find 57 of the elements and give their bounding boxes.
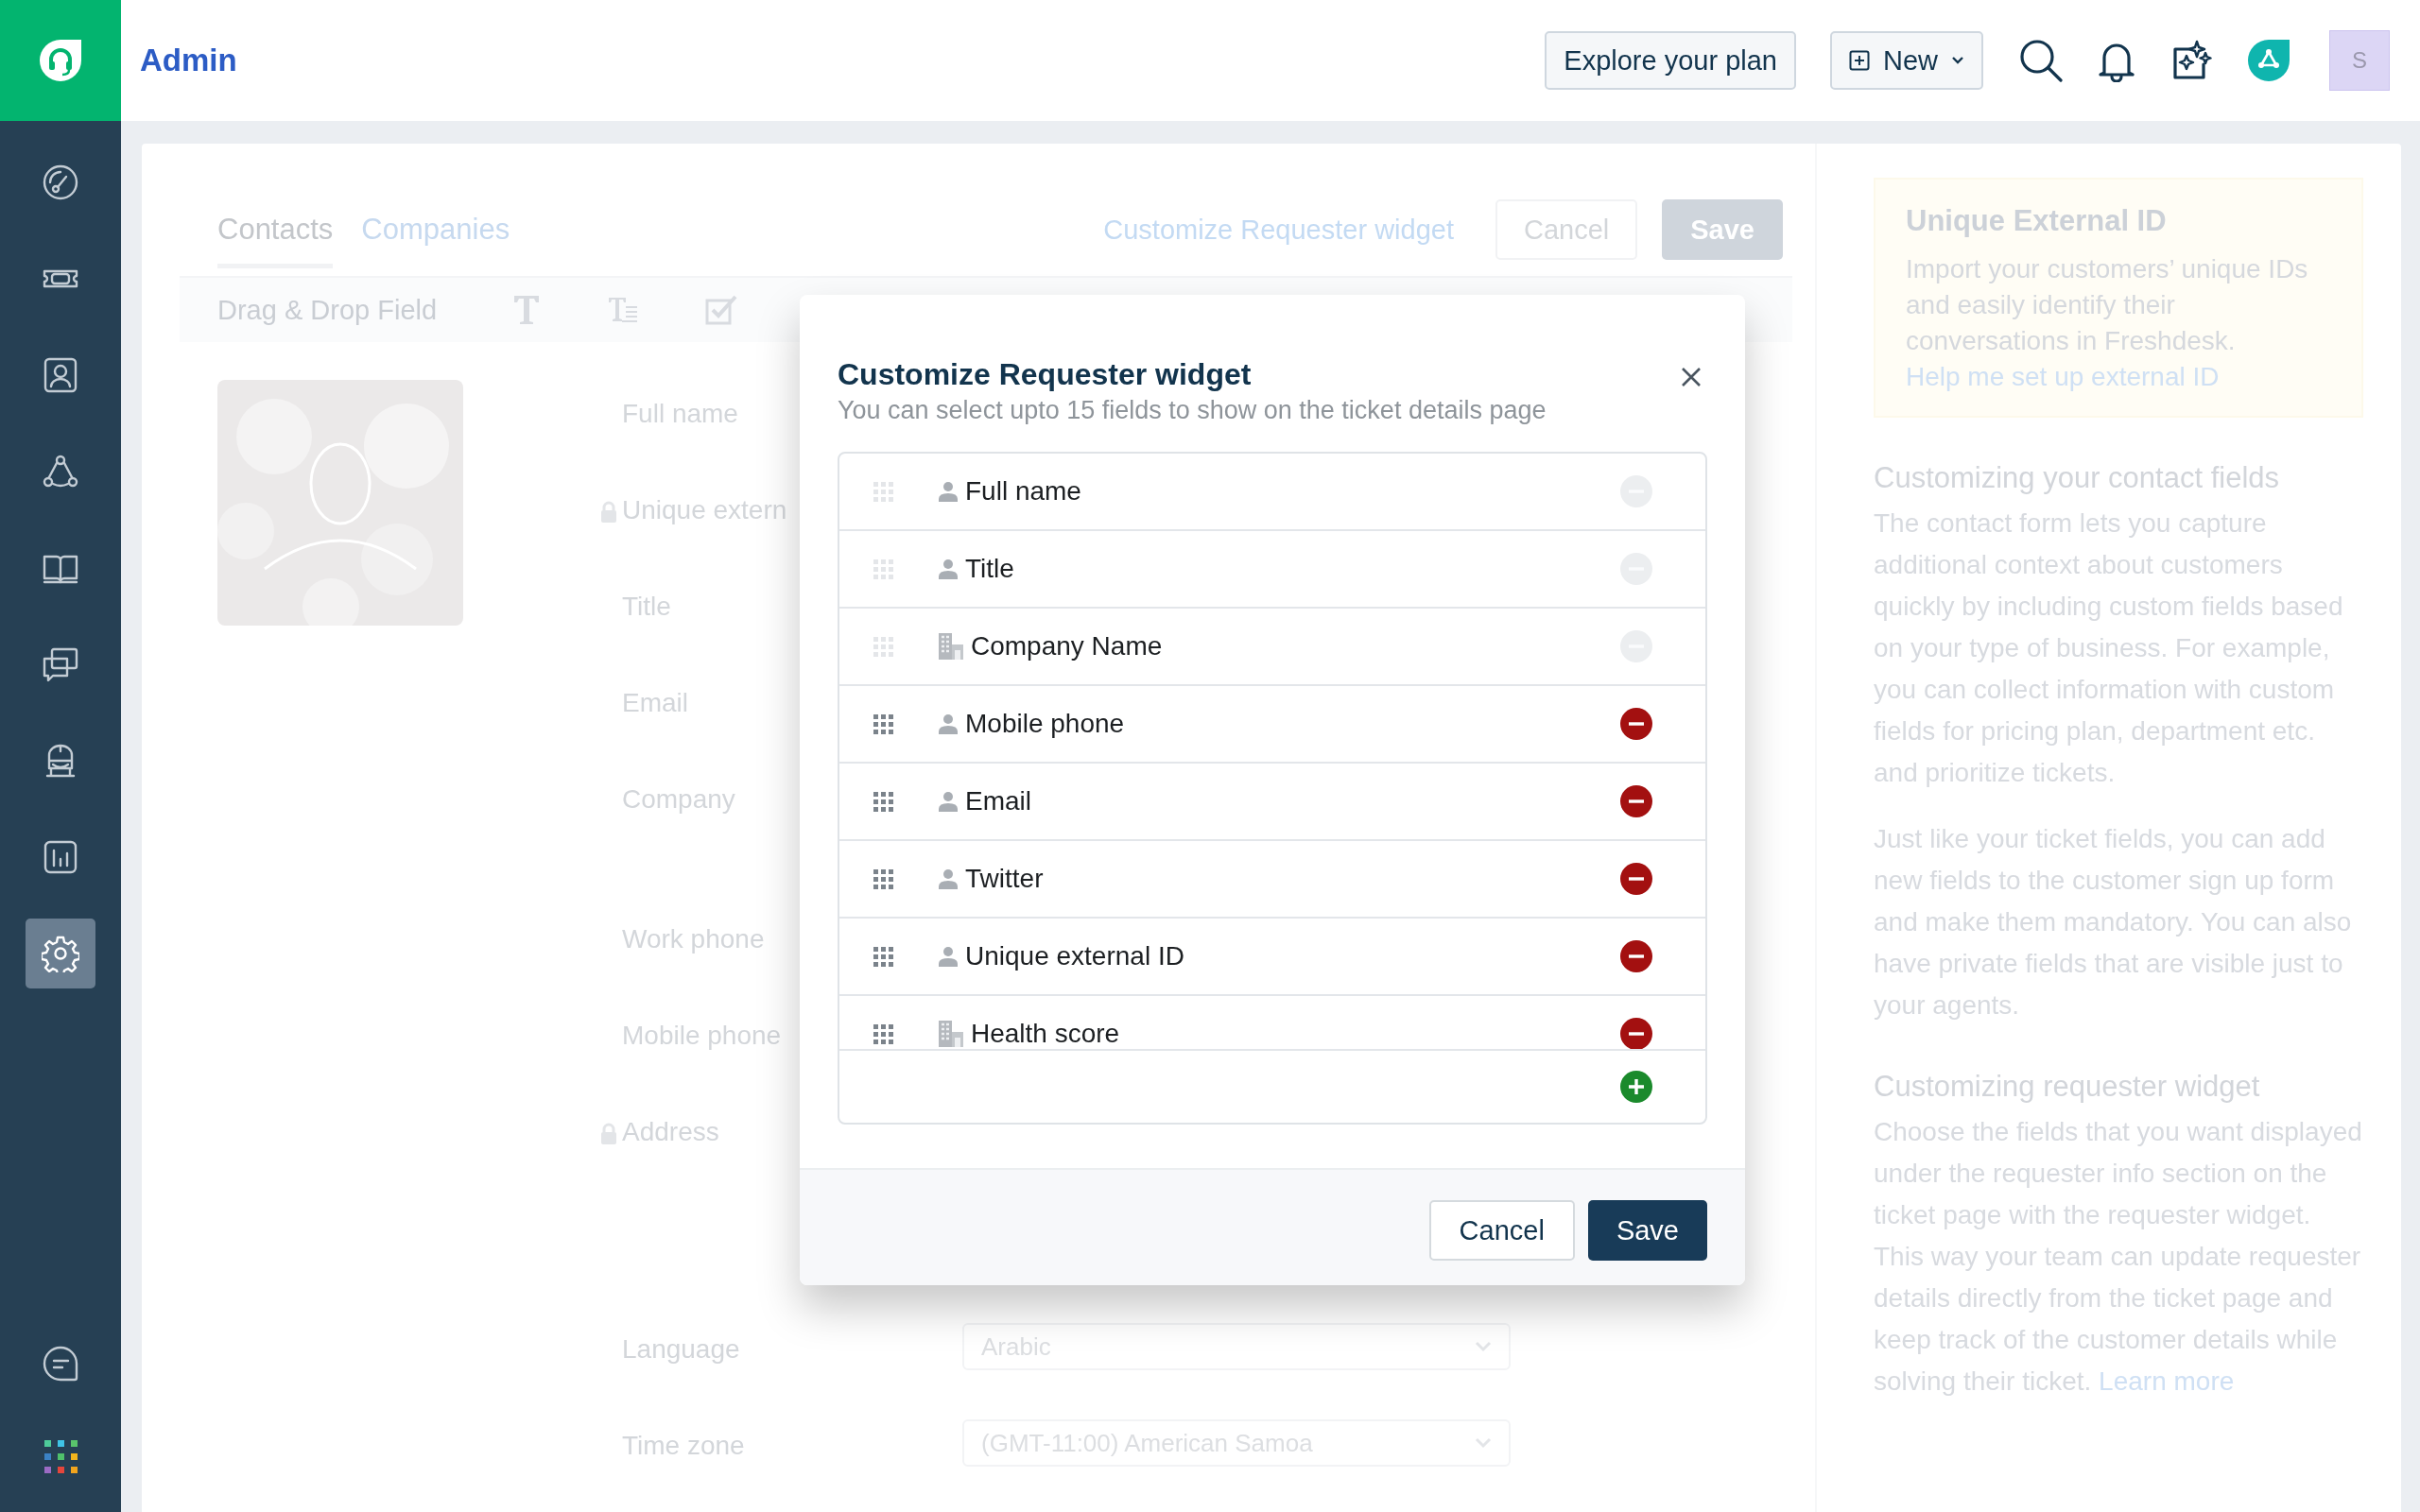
person-icon bbox=[939, 558, 958, 579]
modal-title: Customize Requester widget bbox=[838, 357, 1253, 392]
drag-handle-icon[interactable] bbox=[873, 713, 893, 734]
contact-card-icon bbox=[42, 356, 79, 394]
remove-icon[interactable] bbox=[1620, 940, 1652, 972]
field-row[interactable]: Company Name bbox=[839, 609, 1705, 686]
save-button[interactable]: Save bbox=[1587, 1200, 1707, 1261]
field-row[interactable]: Title bbox=[839, 531, 1705, 609]
nav-item[interactable] bbox=[26, 919, 95, 988]
text-field-icon[interactable] bbox=[512, 294, 542, 326]
drag-handle-icon[interactable] bbox=[873, 558, 893, 579]
gauge-icon bbox=[42, 163, 79, 201]
add-icon[interactable] bbox=[1620, 1071, 1652, 1103]
checkbox-field-icon[interactable] bbox=[705, 295, 738, 325]
chat-icon bbox=[42, 1345, 79, 1383]
field-row[interactable]: Email bbox=[839, 764, 1705, 841]
person-icon bbox=[939, 868, 958, 889]
remove-icon[interactable] bbox=[1620, 1018, 1652, 1049]
drag-handle-icon[interactable] bbox=[873, 636, 893, 657]
remove-icon[interactable] bbox=[1620, 785, 1652, 817]
field-row[interactable]: Unique external ID bbox=[839, 919, 1705, 996]
field-row[interactable]: Full name bbox=[839, 454, 1705, 531]
logo-tile[interactable] bbox=[0, 0, 121, 121]
field-row[interactable]: Mobile phone bbox=[839, 686, 1705, 764]
person-icon bbox=[939, 713, 958, 734]
chat-bubbles-icon bbox=[42, 645, 79, 683]
modal-subtitle: You can select upto 15 fields to show on the ticket details page bbox=[838, 396, 1547, 425]
person-icon bbox=[939, 791, 958, 812]
page-title: Admin bbox=[140, 43, 237, 78]
person-icon bbox=[939, 946, 958, 967]
chevron-down-icon bbox=[1475, 1437, 1492, 1449]
remove-icon[interactable] bbox=[1620, 863, 1652, 895]
search-icon[interactable] bbox=[2019, 39, 2063, 82]
drag-handle-icon[interactable] bbox=[873, 1023, 893, 1044]
remove-icon[interactable] bbox=[1620, 708, 1652, 740]
paragraph-field-icon[interactable] bbox=[607, 296, 640, 324]
drag-handle-icon[interactable] bbox=[873, 868, 893, 889]
plus-square-icon bbox=[1849, 50, 1870, 71]
close-icon[interactable] bbox=[1681, 367, 1702, 387]
new-button[interactable]: New bbox=[1830, 31, 1983, 90]
drag-handle-icon[interactable] bbox=[873, 481, 893, 502]
field-row[interactable]: Health score bbox=[839, 996, 1705, 1049]
building-icon bbox=[939, 633, 963, 660]
caret-icon bbox=[1951, 56, 1964, 65]
drag-handle-icon[interactable] bbox=[873, 791, 893, 812]
settings-icon bbox=[42, 935, 79, 972]
apps-grid-icon bbox=[43, 1439, 78, 1473]
chart-icon bbox=[42, 838, 79, 876]
chevron-down-icon bbox=[1475, 1341, 1492, 1352]
drag-handle-icon[interactable] bbox=[873, 946, 893, 967]
person-icon bbox=[939, 481, 958, 502]
app-badge-icon[interactable] bbox=[2248, 40, 2290, 81]
sparkle-icon[interactable] bbox=[2170, 40, 2212, 81]
building-icon bbox=[939, 1021, 963, 1047]
explore-plan-button[interactable]: Explore your plan bbox=[1545, 31, 1796, 90]
field-row[interactable]: Twitter bbox=[839, 841, 1705, 919]
cancel-button[interactable]: Cancel bbox=[1428, 1200, 1575, 1261]
